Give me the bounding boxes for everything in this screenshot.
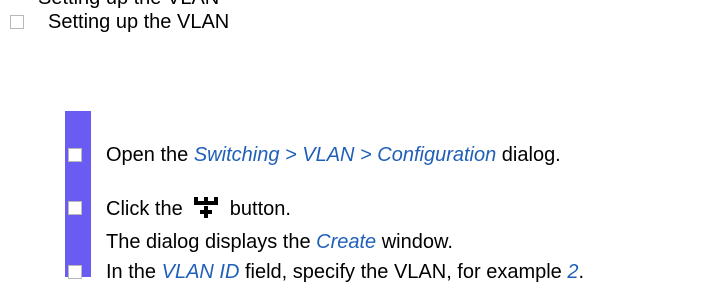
step-click-button: Click the button. [68,196,291,221]
step-text-after: dialog. [496,144,561,166]
step-text: In the VLAN ID field, specify the VLAN, … [106,261,584,283]
step-checkbox-icon [68,201,82,215]
field-reference: VLAN ID [161,261,240,283]
step-text: Open the Switching > VLAN > Configuratio… [106,144,561,166]
clipped-previous-line: Setting up the VLAN [0,0,219,10]
step-text-before: In the [106,261,162,283]
section-heading: Setting up the VLAN [10,10,229,34]
add-vlan-icon [192,196,220,218]
step-text-after: button. [224,198,291,220]
step-text: Click the button. [106,196,291,220]
window-reference: Create [316,231,377,253]
step-text-before: Click the [106,198,189,220]
example-value: 2 [567,261,579,283]
step-text-before: Open the [106,144,194,166]
section-heading-text: Setting up the VLAN [48,11,230,33]
step-result: The dialog displays the Create window. [106,230,453,254]
step-specify-vlan: In the VLAN ID field, specify the VLAN, … [68,260,584,284]
clipped-previous-text: Setting up the VLAN [38,0,219,9]
section-checkbox-icon [10,15,24,29]
dialog-path-reference: Switching > VLAN > Configuration [193,144,497,166]
step-open-dialog: Open the Switching > VLAN > Configuratio… [68,143,561,167]
step-text-after: . [578,261,585,283]
result-text-after: window. [376,231,453,253]
step-text-middle: field, specify the VLAN, for example [239,261,568,283]
step-checkbox-icon [68,148,82,162]
result-text-before: The dialog displays the [106,231,317,253]
step-marker-bar [65,111,91,277]
